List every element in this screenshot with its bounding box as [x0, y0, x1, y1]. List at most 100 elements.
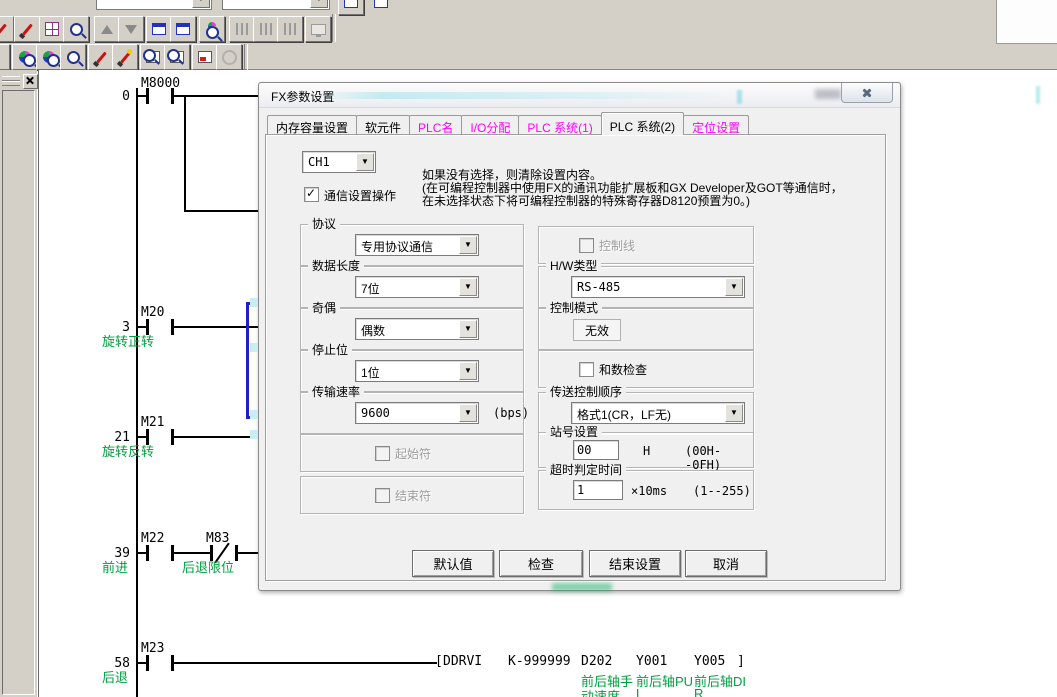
- tab-io-assignment[interactable]: I/O分配: [461, 115, 519, 135]
- operand-comment: L: [636, 686, 643, 697]
- magnifier-icon: [167, 49, 180, 62]
- zoom-window-in-button[interactable]: [170, 16, 196, 42]
- device-zoom-1-button[interactable]: [140, 44, 166, 70]
- station-number-suffix: H: [643, 444, 650, 458]
- contact-M22[interactable]: [146, 545, 174, 561]
- branch-wire: [184, 210, 258, 212]
- pencil-icon: [0, 23, 6, 35]
- tab-device[interactable]: 软元件: [356, 115, 410, 135]
- dialog-title: FX参数设置: [271, 88, 334, 105]
- panel-close-button[interactable]: [23, 74, 38, 89]
- window-icon: [344, 0, 358, 8]
- panel-grip[interactable]: [2, 81, 20, 86]
- tab-plc-system-1[interactable]: PLC 系统(1): [518, 115, 601, 135]
- station-number-input[interactable]: 00: [573, 440, 619, 460]
- insert-line-button: [229, 16, 255, 42]
- data-length-select[interactable]: 7位 ▼: [355, 276, 479, 298]
- edit-symbol-pencil-button[interactable]: [14, 16, 40, 42]
- circle-tool-button: [216, 44, 242, 70]
- channel-select[interactable]: CH1 ▼: [302, 151, 376, 173]
- chevron-down-icon[interactable]: ▼: [459, 278, 477, 296]
- tab-positioning[interactable]: 定位设置: [683, 115, 749, 135]
- transmission-select[interactable]: 格式1(CR，LF无) ▼: [571, 402, 745, 424]
- dialog-tabstrip: 内存容量设置 软元件 PLC名 I/O分配 PLC 系统(1) PLC 系统(2…: [267, 113, 748, 135]
- power-rail: [136, 88, 138, 697]
- window-arrow-icon: [198, 51, 212, 63]
- header-label: 起始符: [395, 445, 431, 462]
- toolbar-partial-button-1[interactable]: [338, 0, 364, 15]
- sum-check-label: 和数检查: [599, 361, 647, 378]
- text-search-button[interactable]: [60, 44, 86, 70]
- monitor-search-button[interactable]: [199, 16, 225, 42]
- check-button[interactable]: 检查: [499, 550, 583, 577]
- instruction-operand: Y005: [694, 654, 725, 669]
- cancel-button-label: 取消: [713, 557, 739, 572]
- stop-bit-select[interactable]: 1位 ▼: [355, 360, 479, 382]
- tab-plc-system-2[interactable]: PLC 系统(2): [601, 112, 684, 135]
- chevron-down-icon[interactable]: ▼: [459, 362, 477, 380]
- control-mode-group: 控制模式 无效: [538, 308, 754, 350]
- toolbar-corner-panel: [996, 0, 1057, 44]
- default-button[interactable]: 默认值: [412, 550, 494, 577]
- toolbar-separator: [332, 14, 336, 42]
- default-button-label: 默认值: [433, 557, 472, 572]
- dialog-close-button[interactable]: [841, 83, 893, 103]
- toolbar-combobox-left[interactable]: ▼: [96, 0, 212, 10]
- statement-edit-button[interactable]: [112, 44, 138, 70]
- baud-rate-unit: (bps): [493, 406, 529, 420]
- window-switch-button[interactable]: [192, 44, 218, 70]
- sum-check-checkbox[interactable]: [579, 362, 594, 377]
- protocol-select[interactable]: 专用协议通信 ▼: [355, 234, 479, 256]
- clock-monitor-zoom-button[interactable]: [63, 16, 89, 42]
- comm-operation-checkbox[interactable]: [304, 187, 319, 202]
- operand-comment: 前后轴PU: [636, 671, 693, 690]
- station-number-value: 00: [577, 443, 591, 457]
- tab-memory-capacity[interactable]: 内存容量设置: [267, 115, 357, 135]
- monitor-display-button: [305, 16, 331, 42]
- terminator-checkbox: [375, 488, 390, 503]
- tab-label: 定位设置: [692, 121, 740, 135]
- toolbar-partial-button-2[interactable]: [368, 0, 394, 15]
- program-grid-button[interactable]: [39, 16, 65, 42]
- transmission-label: 传送控制顺序: [546, 385, 626, 399]
- header-checkbox: [375, 446, 390, 461]
- toolbar-area: ▼ ▼: [0, 0, 1057, 70]
- magnifier-icon: [47, 54, 60, 67]
- magnifier-icon: [143, 49, 156, 62]
- magnifier-icon: [23, 54, 36, 67]
- toolbar-combobox-right[interactable]: ▼: [222, 0, 330, 10]
- instruction-operand: D202: [581, 654, 612, 669]
- parity-select[interactable]: 偶数 ▼: [355, 318, 479, 340]
- comment-edit-button[interactable]: [88, 44, 114, 70]
- timeout-input[interactable]: 1: [573, 480, 623, 500]
- instruction-operand: K-999999: [508, 654, 571, 669]
- contact-M23[interactable]: [146, 655, 174, 671]
- finish-setting-button[interactable]: 结束设置: [589, 550, 681, 577]
- dialog-titlebar[interactable]: FX参数设置: [259, 83, 900, 108]
- chevron-down-icon[interactable]: ▼: [356, 153, 374, 171]
- chevron-down-icon[interactable]: ▼: [310, 0, 328, 8]
- edit-pencil-button[interactable]: [0, 16, 14, 42]
- step-number: 0: [98, 89, 130, 104]
- tab-plc-name[interactable]: PLC名: [409, 115, 462, 135]
- hw-type-select[interactable]: RS-485 ▼: [571, 276, 745, 298]
- chevron-down-icon[interactable]: ▼: [459, 320, 477, 338]
- device-zoom-2-button[interactable]: [164, 44, 190, 70]
- color-search-button[interactable]: [12, 44, 38, 70]
- chevron-down-icon[interactable]: ▼: [725, 404, 743, 422]
- baud-rate-select[interactable]: 9600 ▼: [355, 402, 479, 424]
- device-comment: 前进: [102, 557, 128, 576]
- hw-type-value: RS-485: [577, 280, 620, 294]
- partial-tool-button[interactable]: [0, 44, 10, 70]
- cancel-button[interactable]: 取消: [685, 550, 767, 577]
- chevron-down-icon[interactable]: ▼: [725, 278, 743, 296]
- device-comment: 旋转反转: [102, 441, 154, 460]
- chevron-down-icon[interactable]: ▼: [459, 404, 477, 422]
- chevron-down-icon[interactable]: ▼: [192, 0, 210, 8]
- instruction-open-bracket: [: [435, 654, 443, 669]
- protocol-value: 专用协议通信: [361, 238, 433, 255]
- lines-icon: [236, 23, 249, 35]
- device-search-button[interactable]: [36, 44, 62, 70]
- chevron-down-icon[interactable]: ▼: [459, 236, 477, 254]
- zoom-window-out-button[interactable]: [146, 16, 172, 42]
